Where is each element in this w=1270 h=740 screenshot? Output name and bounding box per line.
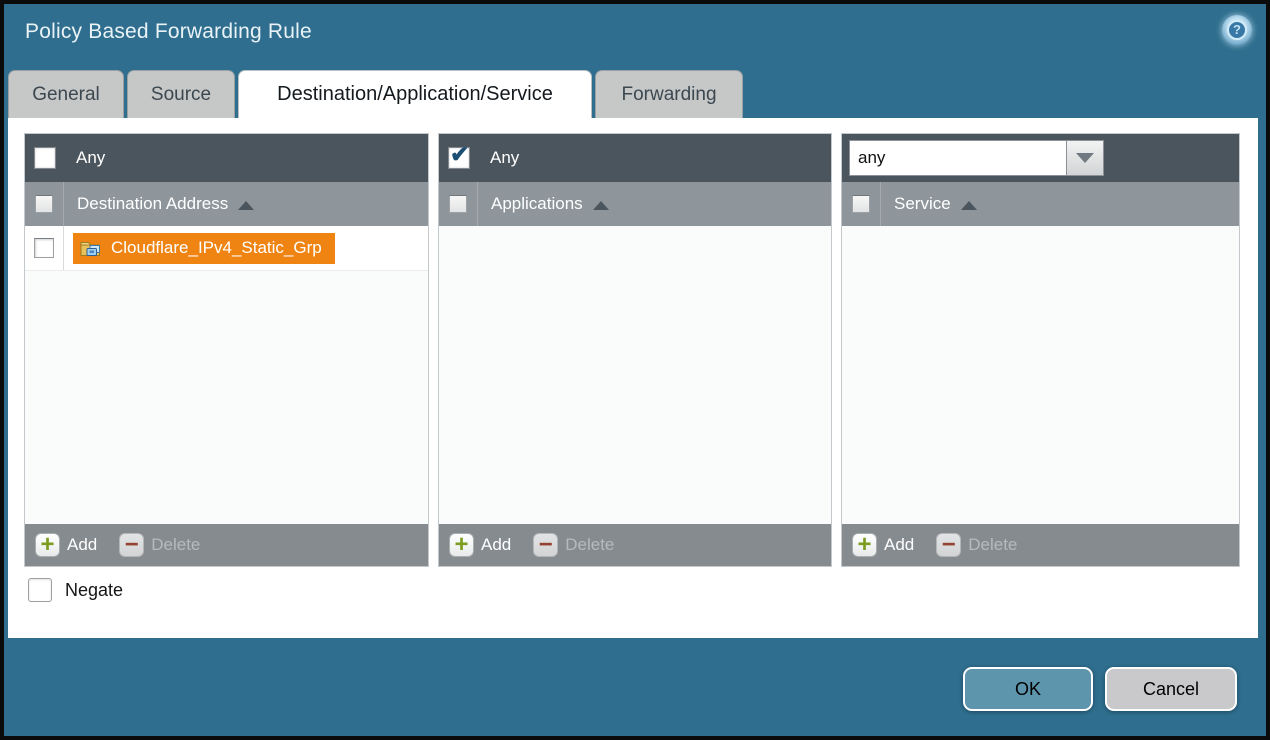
- selected-address-group-item[interactable]: Cloudflare_IPv4_Static_Grp: [73, 233, 335, 264]
- question-mark-icon: ?: [1227, 20, 1247, 40]
- address-group-icon: [80, 239, 103, 257]
- service-dropdown[interactable]: any: [849, 140, 1104, 176]
- service-dropdown-header: any: [842, 134, 1239, 182]
- negate-label: Negate: [65, 580, 123, 601]
- service-add-button[interactable]: + Add: [852, 533, 914, 557]
- tab-destination-application-service[interactable]: Destination/Application/Service: [238, 70, 592, 118]
- applications-any-checkbox[interactable]: [448, 147, 470, 169]
- tab-bar: General Source Destination/Application/S…: [8, 70, 743, 118]
- tab-content-panel: Any Destination Address: [8, 118, 1258, 638]
- applications-column: Any Applications + Add −: [438, 133, 832, 567]
- destination-any-checkbox[interactable]: [34, 147, 56, 169]
- list-item-row: Cloudflare_IPv4_Static_Grp: [25, 226, 428, 271]
- applications-footer-bar: + Add − Delete: [439, 524, 831, 566]
- minus-icon: −: [533, 533, 558, 557]
- destination-delete-button[interactable]: − Delete: [119, 533, 200, 557]
- row-checkbox[interactable]: [34, 238, 54, 258]
- cancel-button[interactable]: Cancel: [1105, 667, 1237, 711]
- service-delete-button[interactable]: − Delete: [936, 533, 1017, 557]
- service-column-header[interactable]: Service: [880, 182, 1239, 226]
- sort-ascending-icon: [593, 201, 609, 210]
- service-select-all-checkbox[interactable]: [852, 195, 870, 213]
- negate-option: Negate: [28, 578, 123, 602]
- applications-list: [439, 226, 831, 524]
- help-button[interactable]: ?: [1222, 15, 1252, 45]
- chevron-down-icon: [1076, 153, 1094, 163]
- item-label: Cloudflare_IPv4_Static_Grp: [111, 238, 322, 258]
- service-list: [842, 226, 1239, 524]
- tab-general[interactable]: General: [8, 70, 124, 118]
- destination-address-column: Any Destination Address: [24, 133, 429, 567]
- sort-ascending-icon: [238, 201, 254, 210]
- service-dropdown-button[interactable]: [1067, 140, 1104, 176]
- applications-delete-button[interactable]: − Delete: [533, 533, 614, 557]
- applications-column-header[interactable]: Applications: [477, 182, 831, 226]
- applications-any-header: Any: [439, 134, 831, 182]
- destination-column-header-row: Destination Address: [25, 182, 428, 226]
- destination-address-list: Cloudflare_IPv4_Static_Grp: [25, 226, 428, 524]
- plus-icon: +: [449, 533, 474, 557]
- destination-footer-bar: + Add − Delete: [25, 524, 428, 566]
- destination-select-all-checkbox[interactable]: [35, 195, 53, 213]
- applications-add-button[interactable]: + Add: [449, 533, 511, 557]
- ok-button[interactable]: OK: [963, 667, 1093, 711]
- selector-columns: Any Destination Address: [24, 133, 1240, 567]
- dialog-action-buttons: OK Cancel: [963, 667, 1237, 711]
- negate-checkbox[interactable]: [28, 578, 52, 602]
- service-dropdown-value[interactable]: any: [849, 140, 1067, 176]
- applications-any-label: Any: [490, 148, 519, 168]
- dialog-title: Policy Based Forwarding Rule: [25, 20, 312, 44]
- destination-any-label: Any: [76, 148, 105, 168]
- destination-add-button[interactable]: + Add: [35, 533, 97, 557]
- sort-ascending-icon: [961, 201, 977, 210]
- service-footer-bar: + Add − Delete: [842, 524, 1239, 566]
- destination-any-header: Any: [25, 134, 428, 182]
- service-column-header-row: Service: [842, 182, 1239, 226]
- plus-icon: +: [852, 533, 877, 557]
- policy-based-forwarding-dialog: Policy Based Forwarding Rule ? General S…: [0, 0, 1270, 740]
- applications-select-all-checkbox[interactable]: [449, 195, 467, 213]
- tab-source[interactable]: Source: [127, 70, 235, 118]
- tab-forwarding[interactable]: Forwarding: [595, 70, 743, 118]
- service-column: any Service +: [841, 133, 1240, 567]
- plus-icon: +: [35, 533, 60, 557]
- minus-icon: −: [936, 533, 961, 557]
- applications-column-header-row: Applications: [439, 182, 831, 226]
- minus-icon: −: [119, 533, 144, 557]
- destination-column-header[interactable]: Destination Address: [63, 182, 428, 226]
